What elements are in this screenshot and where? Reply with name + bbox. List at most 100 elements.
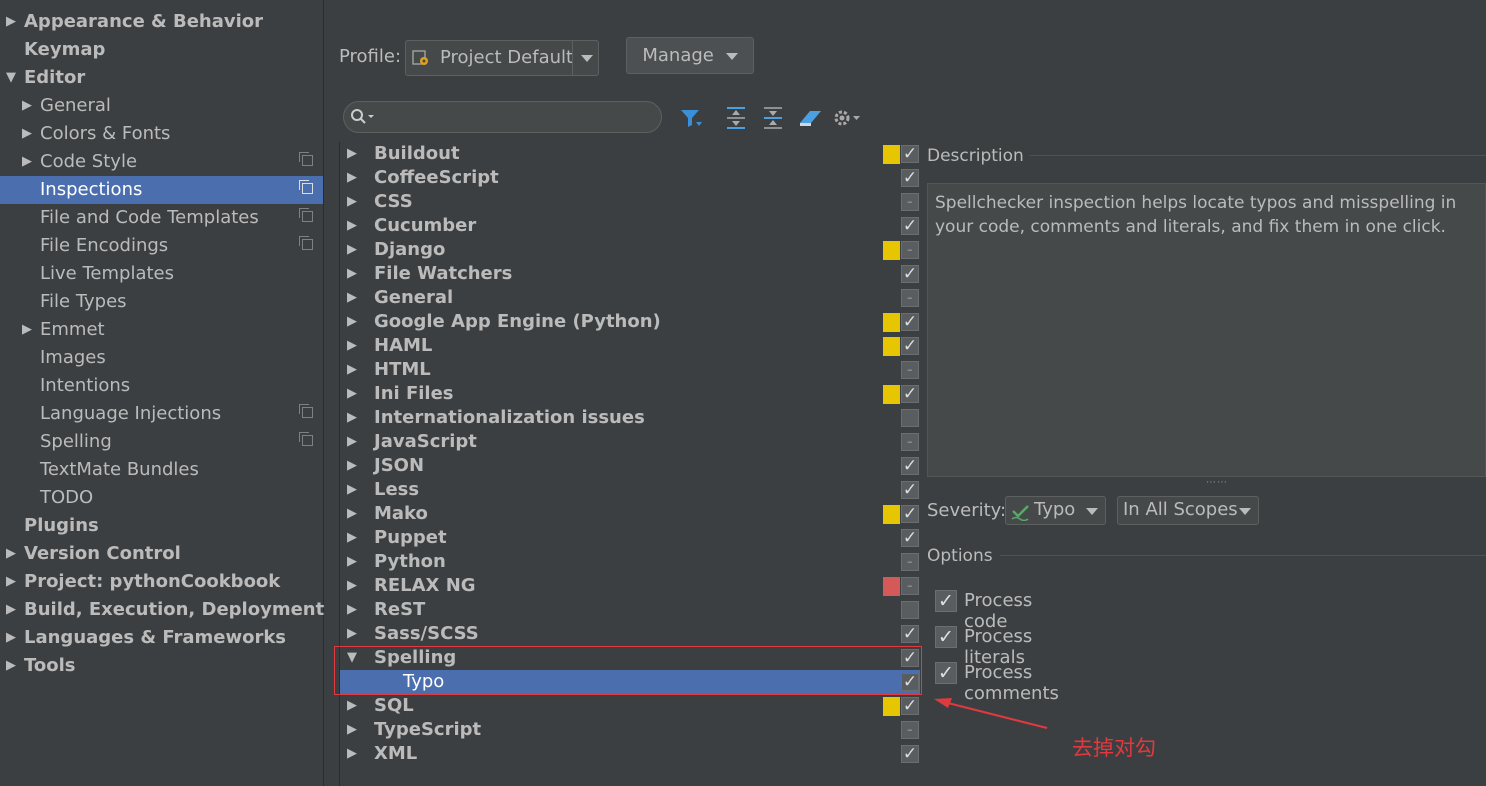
enable-checkbox[interactable]: ✓ [901,625,919,643]
tree-row-html[interactable]: ▶ HTML [340,358,920,382]
chevron-right-icon[interactable]: ▶ [22,148,32,176]
splitter-handle[interactable]: ⋯⋯ [1206,477,1228,488]
chevron-right-icon[interactable]: ▶ [347,454,357,478]
tree-row-haml[interactable]: ▶ HAML ✓ [340,334,920,358]
chevron-right-icon[interactable]: ▶ [6,540,16,568]
chevron-right-icon[interactable]: ▶ [347,166,357,190]
tree-row-puppet[interactable]: ▶ Puppet ✓ [340,526,920,550]
tree-row-javascript[interactable]: ▶ JavaScript [340,430,920,454]
search-icon[interactable] [350,108,376,131]
enable-checkbox[interactable]: ✓ [901,481,919,499]
sidebar-item-file-types[interactable]: File Types [0,288,323,316]
sidebar-item-todo[interactable]: TODO [0,484,323,512]
chevron-right-icon[interactable]: ▶ [347,478,357,502]
enable-checkbox[interactable]: ✓ [901,385,919,403]
enable-checkbox[interactable] [901,601,919,619]
severity-combo[interactable]: Typo [1005,496,1106,525]
tree-row-typescript[interactable]: ▶ TypeScript [340,718,920,742]
sidebar-item-version-control[interactable]: ▶ Version Control [0,540,323,568]
sidebar-item-colors-fonts[interactable]: ▶ Colors & Fonts [0,120,323,148]
chevron-right-icon[interactable]: ▶ [347,406,357,430]
chevron-right-icon[interactable]: ▶ [22,92,32,120]
sidebar-item-inspections[interactable]: Inspections [0,176,323,204]
tree-row-file-watchers[interactable]: ▶ File Watchers ✓ [340,262,920,286]
sidebar-item-live-templates[interactable]: Live Templates [0,260,323,288]
chevron-down-icon[interactable] [581,55,593,62]
tree-row-python[interactable]: ▶ Python [340,550,920,574]
chevron-right-icon[interactable]: ▶ [347,550,357,574]
tree-row-internationalization-issues[interactable]: ▶ Internationalization issues [340,406,920,430]
tree-row-sql[interactable]: ▶ SQL ✓ [340,694,920,718]
sidebar-item-file-encodings[interactable]: File Encodings [0,232,323,260]
enable-checkbox[interactable]: ✓ [901,505,919,523]
tree-row-buildout[interactable]: ▶ Buildout ✓ [340,142,920,166]
enable-checkbox[interactable]: ✓ [901,457,919,475]
chevron-right-icon[interactable]: ▶ [347,142,357,166]
enable-checkbox[interactable]: ✓ [901,217,919,235]
sidebar-item-code-style[interactable]: ▶ Code Style [0,148,323,176]
search-input[interactable] [378,106,652,130]
tree-row-cucumber[interactable]: ▶ Cucumber ✓ [340,214,920,238]
chevron-right-icon[interactable]: ▶ [347,334,357,358]
tree-row-json[interactable]: ▶ JSON ✓ [340,454,920,478]
filter-icon[interactable] [679,107,703,134]
tree-row-google-app-engine-python[interactable]: ▶ Google App Engine (Python) ✓ [340,310,920,334]
tree-row-general[interactable]: ▶ General [340,286,920,310]
tree-row-less[interactable]: ▶ Less ✓ [340,478,920,502]
sidebar-item-languages-frameworks[interactable]: ▶ Languages & Frameworks [0,624,323,652]
sidebar-item-editor[interactable]: ▼ Editor [0,64,323,92]
tree-row-django[interactable]: ▶ Django [340,238,920,262]
manage-button[interactable]: Manage [626,37,754,74]
enable-checkbox[interactable] [901,577,919,595]
scope-combo[interactable]: In All Scopes [1117,496,1259,525]
chevron-right-icon[interactable]: ▶ [347,694,357,718]
sidebar-item-build-execution-deployment[interactable]: ▶ Build, Execution, Deployment [0,596,324,624]
chevron-right-icon[interactable]: ▶ [6,596,16,624]
chevron-right-icon[interactable]: ▶ [347,358,357,382]
option-checkbox[interactable]: ✓ [935,662,957,684]
sidebar-item-textmate-bundles[interactable]: TextMate Bundles [0,456,323,484]
chevron-right-icon[interactable]: ▶ [6,568,16,596]
enable-checkbox[interactable]: ✓ [901,745,919,763]
tree-row-mako[interactable]: ▶ Mako ✓ [340,502,920,526]
chevron-right-icon[interactable]: ▶ [6,8,16,36]
sidebar-item-tools[interactable]: ▶ Tools [0,652,323,680]
chevron-right-icon[interactable]: ▶ [6,624,16,652]
sidebar-item-file-and-code-templates[interactable]: File and Code Templates [0,204,323,232]
sidebar-item-plugins[interactable]: Plugins [0,512,323,540]
enable-checkbox[interactable]: ✓ [901,265,919,283]
enable-checkbox[interactable] [901,361,919,379]
chevron-right-icon[interactable]: ▶ [347,622,357,646]
sidebar-item-keymap[interactable]: Keymap [0,36,323,64]
chevron-right-icon[interactable]: ▶ [347,718,357,742]
enable-checkbox[interactable] [901,433,919,451]
option-checkbox[interactable]: ✓ [935,626,957,648]
enable-checkbox[interactable]: ✓ [901,529,919,547]
sidebar-item-project-pythoncookbook[interactable]: ▶ Project: pythonCookbook [0,568,323,596]
tree-row-coffeescript[interactable]: ▶ CoffeeScript ✓ [340,166,920,190]
chevron-right-icon[interactable]: ▶ [347,262,357,286]
sidebar-item-appearance-behavior[interactable]: ▶ Appearance & Behavior [0,8,323,36]
chevron-right-icon[interactable]: ▶ [22,120,32,148]
chevron-right-icon[interactable]: ▶ [347,430,357,454]
expand-all-icon[interactable] [725,106,747,135]
enable-checkbox[interactable]: ✓ [901,145,919,163]
enable-checkbox[interactable]: ✓ [901,697,919,715]
tree-row-ini-files[interactable]: ▶ Ini Files ✓ [340,382,920,406]
enable-checkbox[interactable] [901,193,919,211]
enable-checkbox[interactable]: ✓ [901,169,919,187]
chevron-right-icon[interactable]: ▶ [347,502,357,526]
enable-checkbox[interactable] [901,289,919,307]
chevron-right-icon[interactable]: ▶ [347,310,357,334]
sidebar-item-spelling[interactable]: Spelling [0,428,323,456]
chevron-right-icon[interactable]: ▶ [6,652,16,680]
enable-checkbox[interactable] [901,241,919,259]
tree-row-css[interactable]: ▶ CSS [340,190,920,214]
chevron-right-icon[interactable]: ▶ [347,190,357,214]
chevron-right-icon[interactable]: ▶ [347,598,357,622]
collapse-all-icon[interactable] [762,106,784,135]
tree-row-rest[interactable]: ▶ ReST [340,598,920,622]
sidebar-item-intentions[interactable]: Intentions [0,372,323,400]
chevron-right-icon[interactable]: ▶ [22,316,32,344]
chevron-right-icon[interactable]: ▶ [347,382,357,406]
